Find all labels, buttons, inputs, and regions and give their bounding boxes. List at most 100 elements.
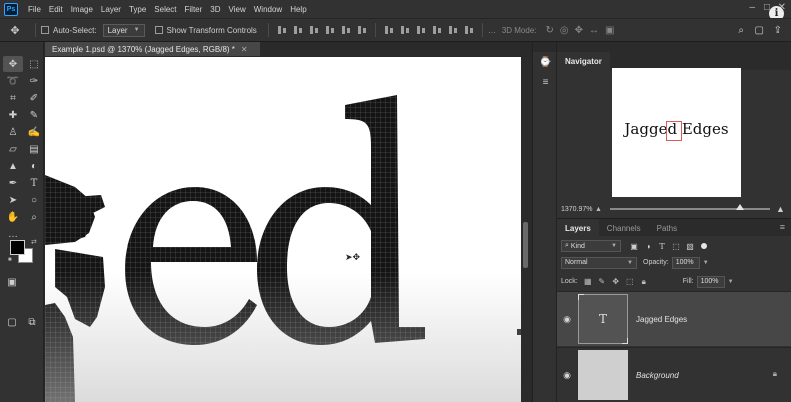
opacity-input[interactable]: 100% bbox=[671, 256, 700, 269]
chevron-down-icon[interactable]: ▼ bbox=[728, 279, 734, 285]
move-icon[interactable]: ✥ bbox=[3, 56, 23, 72]
tab-navigator[interactable]: Navigator bbox=[557, 52, 610, 70]
distribute-hcenter-icon[interactable] bbox=[447, 25, 459, 35]
align-left-icon[interactable] bbox=[324, 25, 336, 35]
zoom-slider[interactable] bbox=[609, 204, 770, 210]
distribute-top-icon[interactable] bbox=[383, 25, 395, 35]
crop-icon[interactable]: ⌗ bbox=[3, 90, 23, 106]
visibility-eye-icon[interactable]: ◉ bbox=[558, 314, 576, 325]
menu-file[interactable]: File bbox=[24, 5, 45, 14]
brush-icon[interactable]: ✎ bbox=[24, 107, 44, 123]
zoom-slider-thumb[interactable] bbox=[735, 204, 744, 210]
menu-window[interactable]: Window bbox=[250, 5, 286, 14]
navigator-preview[interactable]: Jagged Edges bbox=[612, 68, 741, 197]
navigator-view-box[interactable] bbox=[666, 121, 682, 141]
close-icon[interactable]: ✕ bbox=[241, 45, 248, 54]
align-vcenter-icon[interactable] bbox=[292, 25, 304, 35]
frame-icon[interactable]: ⧉ bbox=[24, 314, 40, 330]
eraser-icon[interactable]: ▱ bbox=[3, 141, 23, 157]
screen-mode-icon[interactable]: ▢ bbox=[4, 314, 20, 330]
lock-position-icon[interactable]: ✥ bbox=[611, 277, 621, 287]
marquee-icon[interactable]: ⬚ bbox=[24, 56, 44, 72]
lock-all-icon[interactable]: 🔒︎ bbox=[639, 277, 649, 287]
filter-pixel-icon[interactable]: ▣ bbox=[629, 241, 639, 251]
3d-orbit-icon[interactable]: ↻ bbox=[546, 25, 554, 36]
foreground-color-swatch[interactable] bbox=[10, 240, 25, 255]
auto-select-target-dropdown[interactable]: Layer ▼ bbox=[102, 23, 145, 37]
quick-select-icon[interactable]: ✑ bbox=[24, 73, 44, 89]
filter-smart-object-icon[interactable]: ▧ bbox=[685, 241, 695, 251]
dodge-icon[interactable]: ◐ bbox=[24, 158, 44, 174]
filter-shape-icon[interactable]: ⬚ bbox=[671, 241, 681, 251]
vertical-scrollbar[interactable] bbox=[523, 222, 528, 268]
lasso-icon[interactable]: ➰ bbox=[3, 73, 23, 89]
3d-scale-icon[interactable]: ▣ bbox=[605, 25, 614, 36]
visibility-eye-icon[interactable]: ◉ bbox=[558, 370, 576, 381]
workspace-icon[interactable]: ▢ bbox=[755, 25, 764, 36]
zoom-in-icon[interactable]: ▲ bbox=[776, 204, 785, 214]
tab-channels[interactable]: Channels bbox=[599, 219, 649, 237]
default-colors-icon[interactable]: ■ bbox=[8, 257, 12, 263]
filter-kind-dropdown[interactable]: ⌕ Kind ▼ bbox=[561, 240, 621, 252]
gradient-icon[interactable]: ▤ bbox=[24, 141, 44, 157]
fill-input[interactable]: 100% bbox=[696, 275, 725, 288]
show-transform-checkbox[interactable] bbox=[154, 26, 163, 34]
path-select-icon[interactable]: ➤ bbox=[3, 192, 23, 208]
zoom-icon[interactable]: ⌕ bbox=[24, 209, 44, 225]
menu-type[interactable]: Type bbox=[125, 5, 150, 14]
distribute-bottom-icon[interactable] bbox=[415, 25, 427, 35]
type-icon[interactable]: T bbox=[24, 175, 44, 191]
lock-artboard-icon[interactable]: ⬚ bbox=[625, 277, 635, 287]
distribute-vcenter-icon[interactable] bbox=[399, 25, 411, 35]
tab-paths[interactable]: Paths bbox=[649, 219, 685, 237]
search-icon[interactable]: ⌕ bbox=[738, 25, 744, 36]
menu-edit[interactable]: Edit bbox=[45, 5, 67, 14]
move-tool-preset-icon[interactable]: ✥ bbox=[0, 24, 30, 37]
panel-menu-icon[interactable]: ≡ bbox=[780, 222, 785, 232]
swap-colors-icon[interactable]: ⇄ bbox=[31, 238, 37, 246]
distribute-left-icon[interactable] bbox=[431, 25, 443, 35]
adjustments-icon[interactable]: ≡ bbox=[533, 72, 558, 92]
zoom-value[interactable]: 1370.97% bbox=[561, 206, 595, 213]
align-right-icon[interactable] bbox=[356, 25, 368, 35]
shape-icon[interactable]: ○ bbox=[24, 192, 44, 208]
blend-mode-dropdown[interactable]: Normal ▼ bbox=[561, 256, 637, 269]
layer-row-jagged-edges[interactable]: ◉ T Jagged Edges bbox=[557, 291, 791, 346]
3d-pan-icon[interactable]: ✥ bbox=[575, 25, 583, 36]
lock-transparent-icon[interactable]: ▦ bbox=[583, 277, 593, 287]
menu-view[interactable]: View bbox=[225, 5, 250, 14]
distribute-right-icon[interactable] bbox=[463, 25, 475, 35]
history-icon[interactable]: ⌚ bbox=[533, 52, 558, 72]
align-bottom-icon[interactable] bbox=[308, 25, 320, 35]
blur-icon[interactable]: ▲ bbox=[3, 158, 23, 174]
zoom-out-icon[interactable]: ▲ bbox=[595, 206, 602, 213]
healing-icon[interactable]: ✚ bbox=[3, 107, 23, 123]
more-options-icon[interactable]: … bbox=[488, 26, 496, 35]
eyedropper-icon[interactable]: ✐ bbox=[24, 90, 44, 106]
3d-slide-icon[interactable]: ↔ bbox=[589, 25, 599, 36]
menu-image[interactable]: Image bbox=[67, 5, 97, 14]
minimize-button[interactable]: – bbox=[749, 2, 755, 13]
auto-select-checkbox[interactable] bbox=[41, 26, 49, 34]
align-hcenter-icon[interactable] bbox=[340, 25, 352, 35]
filter-type-icon[interactable]: T bbox=[657, 241, 667, 251]
tab-layers[interactable]: Layers bbox=[557, 219, 599, 237]
3d-roll-icon[interactable]: ◎ bbox=[560, 25, 569, 36]
layer-row-background[interactable]: ◉ Background 🔒︎ bbox=[557, 347, 791, 402]
lock-image-icon[interactable]: ✎ bbox=[597, 277, 607, 287]
layer-name[interactable]: Jagged Edges bbox=[636, 315, 687, 324]
quick-mask-icon[interactable]: ▣ bbox=[4, 274, 20, 290]
align-top-icon[interactable] bbox=[276, 25, 288, 35]
pen-icon[interactable]: ✒ bbox=[3, 175, 23, 191]
menu-select[interactable]: Select bbox=[150, 5, 180, 14]
stamp-icon[interactable]: ♙ bbox=[3, 124, 23, 140]
filter-adjustment-icon[interactable]: ◑ bbox=[643, 241, 653, 251]
history-brush-icon[interactable]: ✍ bbox=[24, 124, 44, 140]
document-tab[interactable]: Example 1.psd @ 1370% (Jagged Edges, RGB… bbox=[45, 42, 260, 56]
filter-toggle[interactable] bbox=[701, 243, 707, 249]
menu-help[interactable]: Help bbox=[286, 5, 310, 14]
menu-3d[interactable]: 3D bbox=[206, 5, 224, 14]
menu-filter[interactable]: Filter bbox=[181, 5, 207, 14]
chevron-down-icon[interactable]: ▼ bbox=[703, 260, 709, 266]
hand-icon[interactable]: ✋ bbox=[3, 209, 23, 225]
